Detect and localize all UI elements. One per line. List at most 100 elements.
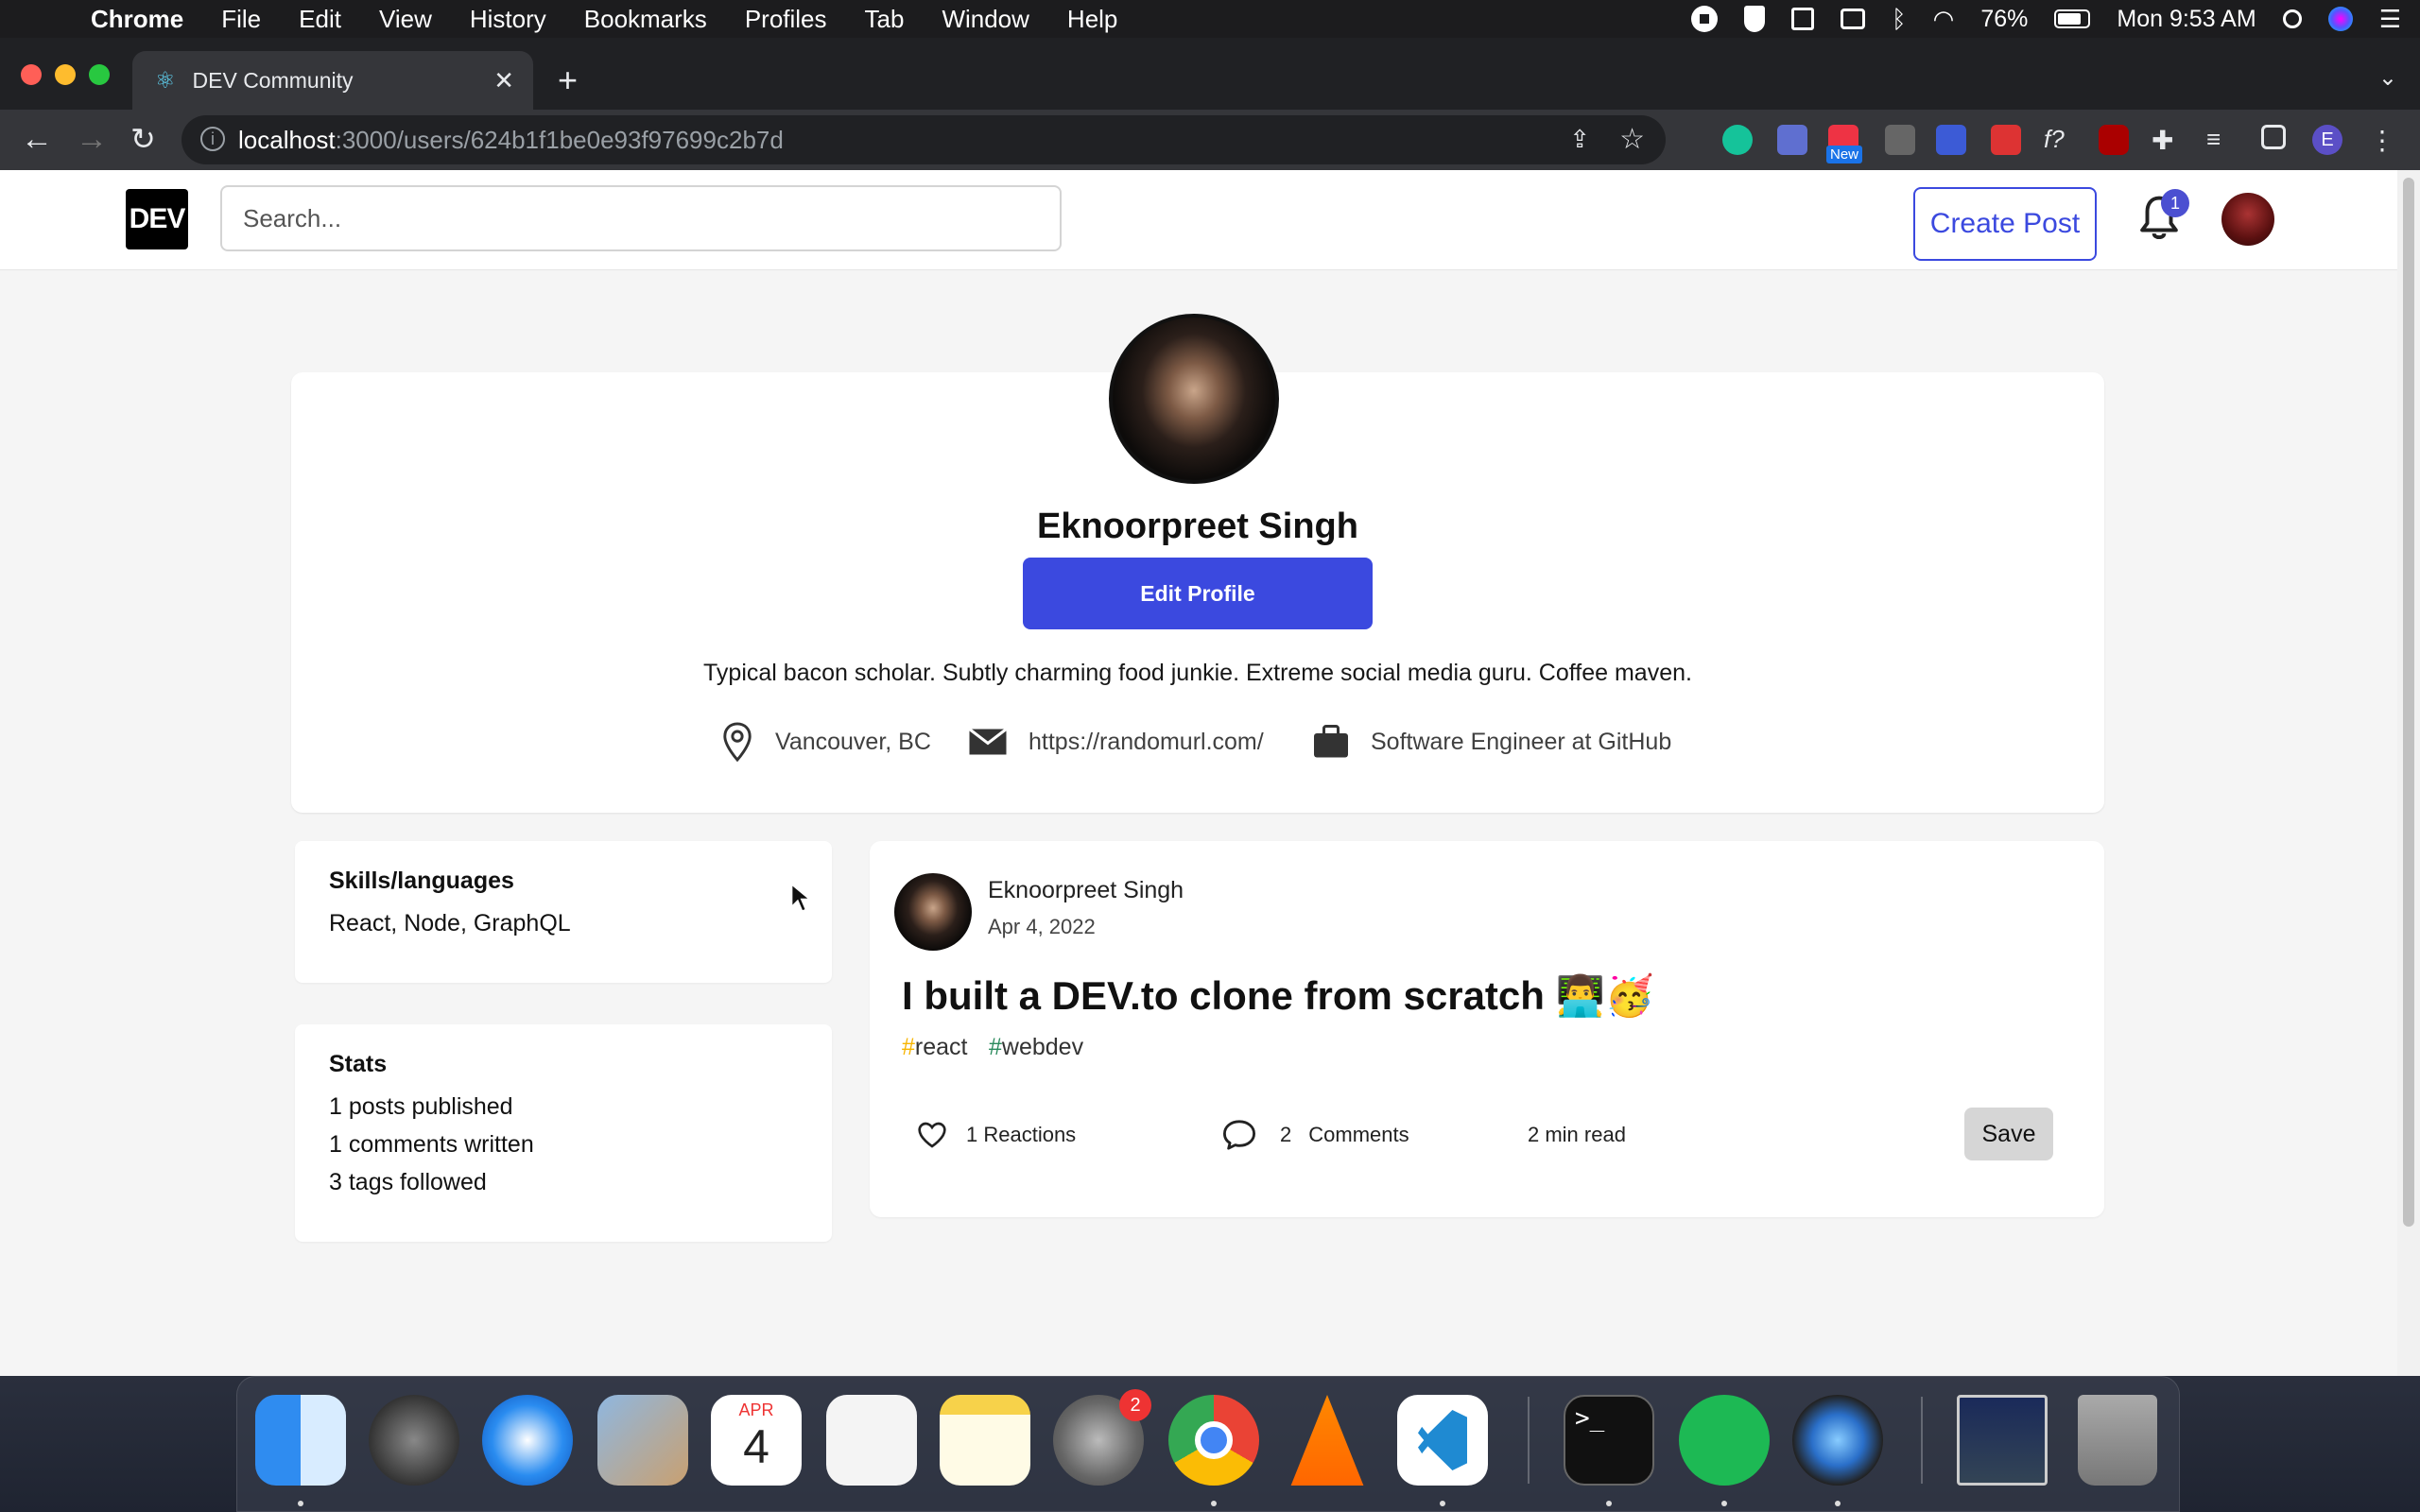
notes-icon[interactable] [940,1395,1030,1486]
profile-avatar-button[interactable]: E [2312,125,2342,155]
close-window-button[interactable] [21,64,42,85]
reminders-icon[interactable] [826,1395,917,1486]
post-tag-webdev[interactable]: #webdev [989,1034,1083,1061]
media-control-icon[interactable]: ≡ [2206,125,2237,155]
minimize-window-button[interactable] [55,64,76,85]
running-indicator [1606,1501,1612,1506]
tag-name: webdev [1001,1034,1084,1060]
site-info-icon[interactable]: i [200,127,225,151]
profile-bio: Typical bacon scholar. Subtly charming f… [703,660,1692,686]
calendar-icon[interactable]: APR 4 [711,1395,802,1486]
extensions-puzzle-icon[interactable]: ✚ [2152,125,2182,155]
menu-help[interactable]: Help [1067,5,1117,34]
chrome-menu-icon[interactable]: ⋮ [2369,125,2399,155]
control-center-icon[interactable]: ☰ [2379,5,2401,34]
tab-search-chevron-icon[interactable]: ⌄ [2378,64,2397,92]
move-extension-icon[interactable] [1885,125,1915,155]
side-panel-icon[interactable] [2261,125,2286,149]
spotify-icon[interactable] [1679,1395,1770,1486]
web-page: DEV Create Post 1 Eknoorpreet Singh Edit… [0,170,2397,1376]
spotlight-search-icon[interactable] [2282,9,2302,28]
menu-edit[interactable]: Edit [299,5,341,34]
browser-tab-active[interactable]: ⚛ DEV Community ✕ [132,51,533,110]
screen-record-icon[interactable] [1691,6,1719,32]
stats-card: Stats 1 posts published 1 comments writt… [295,1024,832,1242]
react-favicon-icon: ⚛ [155,67,176,94]
ublock-extension-icon[interactable] [2099,125,2129,155]
dock-separator [1528,1397,1530,1484]
red-extension-icon[interactable] [1991,125,2021,155]
user-menu-avatar[interactable] [2221,193,2274,246]
font-extension-icon[interactable]: f? [2044,125,2074,155]
new-tab-button[interactable]: + [558,60,578,100]
tab-close-icon[interactable]: ✕ [493,66,514,95]
profile-avatar [1109,314,1279,484]
address-bar[interactable]: i localhost:3000/users/624b1f1be0e93f976… [182,115,1666,164]
system-preferences-badge: 2 [1119,1389,1151,1421]
post-author-name[interactable]: Eknoorpreet Singh [988,877,1184,904]
menu-bookmarks[interactable]: Bookmarks [584,5,707,34]
reactions-button[interactable]: 1 Reactions [917,1113,1076,1157]
skills-heading: Skills/languages [329,868,514,894]
back-button[interactable]: ← [21,121,53,158]
post-author-avatar[interactable] [894,873,972,951]
chrome-icon[interactable] [1168,1395,1259,1486]
trash-icon[interactable] [2078,1395,2157,1486]
forward-button[interactable]: → [76,121,108,158]
vscode-icon[interactable] [1397,1395,1488,1486]
website-link[interactable]: https://randomurl.com/ [1028,729,1264,756]
menu-file[interactable]: File [221,5,261,34]
post-card[interactable]: Eknoorpreet Singh Apr 4, 2022 I built a … [870,841,2104,1217]
bluetooth-icon[interactable]: ᛒ [1892,5,1907,34]
terminal-icon[interactable]: >_ [1564,1395,1654,1486]
share-icon[interactable]: ⇪ [1569,125,1590,154]
menu-app-name[interactable]: Chrome [91,5,183,34]
battery-percent[interactable]: 76% [1980,6,2028,33]
menu-window[interactable]: Window [942,5,1028,34]
running-indicator [1721,1501,1727,1506]
wifi-icon[interactable]: ◠ [1933,5,1955,34]
search-input[interactable] [220,185,1062,251]
stats-heading: Stats [329,1051,388,1077]
color-picker-extension-icon[interactable] [1777,125,1807,155]
reload-button[interactable]: ↻ [130,121,156,157]
menu-history[interactable]: History [470,5,546,34]
tab-title: DEV Community [192,67,354,93]
menu-view[interactable]: View [379,5,432,34]
post-date: Apr 4, 2022 [988,915,1096,938]
bookmark-star-icon[interactable]: ☆ [1619,123,1645,156]
mail-app-icon[interactable] [597,1395,688,1486]
profile-website[interactable]: https://randomurl.com/ [968,720,1264,764]
edit-profile-button[interactable]: Edit Profile [1023,558,1373,629]
finder-icon[interactable] [255,1395,346,1486]
shield-icon[interactable] [1744,6,1766,32]
menu-tab[interactable]: Tab [865,5,905,34]
maximize-window-button[interactable] [89,64,110,85]
clock[interactable]: Mon 9:53 AM [2117,6,2256,33]
running-indicator [1440,1501,1445,1506]
mail-icon [968,728,1008,755]
grammarly-extension-icon[interactable] [1722,125,1753,155]
create-post-button[interactable]: Create Post [1913,187,2097,261]
keyboard-icon[interactable] [1841,9,1866,29]
menu-profiles[interactable]: Profiles [745,5,827,34]
skills-value: React, Node, GraphQL [329,910,571,936]
comments-label: Comments [1308,1123,1409,1146]
dev-logo[interactable]: DEV [126,189,188,249]
stats-tags: 3 tags followed [329,1169,487,1195]
siri-icon[interactable] [2327,7,2353,31]
launchpad-icon[interactable] [369,1395,459,1486]
notification-count-badge: 1 [2161,189,2189,217]
scrollbar-thumb[interactable] [2403,178,2414,1227]
save-post-button[interactable]: Save [1964,1108,2053,1160]
quicktime-icon[interactable] [1792,1395,1883,1486]
battery-icon[interactable] [2054,9,2091,28]
triangle-extension-icon[interactable] [1936,125,1966,155]
page-scrollbar[interactable] [2397,170,2420,1376]
post-title[interactable]: I built a DEV.to clone from scratch 👨‍💻🥳 [902,973,1654,1020]
recent-window-thumbnail[interactable] [1957,1395,2048,1486]
comments-button[interactable]: 2 Comments [1221,1113,1409,1157]
safari-icon[interactable] [482,1395,573,1486]
post-tag-react[interactable]: #react [902,1034,968,1061]
window-grid-icon[interactable] [1791,8,1815,30]
